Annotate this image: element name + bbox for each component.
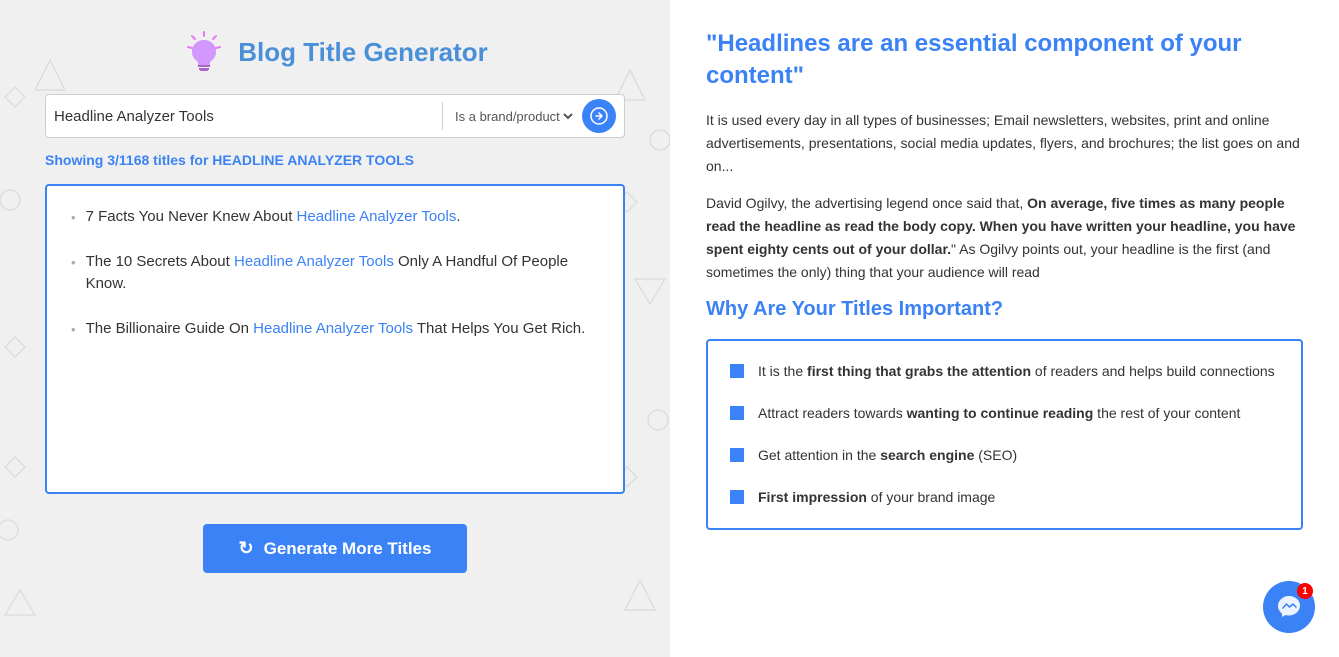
info-bullet-1 [730, 364, 744, 378]
intro-para-2: David Ogilvy, the advertising legend onc… [706, 192, 1303, 284]
intro-para-1: It is used every day in all types of bus… [706, 109, 1303, 178]
result-2-before: The 10 Secrets About [86, 253, 234, 270]
result-3-link[interactable]: Headline Analyzer Tools [253, 320, 413, 337]
showing-keyword: HEADLINE ANALYZER TOOLS [212, 152, 414, 168]
bullet-1: • [71, 208, 76, 228]
bullet-2: • [71, 253, 76, 273]
info-bullet-3 [730, 448, 744, 462]
search-divider [442, 102, 443, 130]
results-box: • 7 Facts You Never Knew About Headline … [45, 184, 625, 494]
showing-text: Showing 3/1168 titles for HEADLINE ANALY… [45, 152, 625, 168]
info-box: It is the first thing that grabs the att… [706, 339, 1303, 530]
result-3-before: The Billionaire Guide On [86, 320, 254, 337]
showing-prefix: Showing [45, 152, 107, 168]
showing-count: 3/1168 [107, 152, 149, 168]
result-1-before: 7 Facts You Never Knew About [86, 208, 297, 225]
result-1-after: . [456, 208, 460, 225]
info-item-3: Get attention in the search engine (SEO) [730, 445, 1279, 467]
generate-button[interactable]: ↻ Generate More Titles [203, 524, 468, 573]
bulb-icon [182, 30, 226, 74]
info-text-1: It is the first thing that grabs the att… [758, 361, 1275, 383]
chat-bubble[interactable]: 1 [1263, 581, 1315, 633]
info-text-4: First impression of your brand image [758, 487, 995, 509]
result-text-1: 7 Facts You Never Knew About Headline An… [86, 206, 599, 229]
refresh-icon: ↻ [239, 538, 254, 559]
showing-middle: titles for [149, 152, 212, 168]
info-item-4: First impression of your brand image [730, 487, 1279, 509]
logo-title: Blog Title Generator [238, 37, 487, 68]
result-text-2: The 10 Secrets About Headline Analyzer T… [86, 251, 599, 296]
logo-area: Blog Title Generator [182, 30, 487, 74]
generate-label: Generate More Titles [264, 539, 432, 559]
result-3-after: That Helps You Get Rich. [413, 320, 585, 337]
main-quote: "Headlines are an essential component of… [706, 28, 1303, 93]
info-bullet-2 [730, 406, 744, 420]
result-item-3: • The Billionaire Guide On Headline Anal… [71, 318, 599, 341]
para2-before: David Ogilvy, the advertising legend onc… [706, 195, 1027, 211]
search-input[interactable] [54, 108, 434, 125]
bullet-3: • [71, 320, 76, 340]
result-item-2: • The 10 Secrets About Headline Analyzer… [71, 251, 599, 296]
result-2-link[interactable]: Headline Analyzer Tools [234, 253, 394, 270]
right-panel: "Headlines are an essential component of… [670, 0, 1339, 657]
info-item-1: It is the first thing that grabs the att… [730, 361, 1279, 383]
search-bar: Is a brand/product [45, 94, 625, 138]
messenger-icon [1276, 594, 1302, 620]
info-text-3: Get attention in the search engine (SEO) [758, 445, 1017, 467]
info-bullet-4 [730, 490, 744, 504]
left-content: Blog Title Generator Is a brand/product … [30, 20, 640, 573]
search-button[interactable] [582, 99, 616, 133]
chat-badge: 1 [1297, 583, 1313, 599]
result-item-1: • 7 Facts You Never Knew About Headline … [71, 206, 599, 229]
arrow-right-icon [590, 107, 608, 125]
result-text-3: The Billionaire Guide On Headline Analyz… [86, 318, 599, 341]
category-select[interactable]: Is a brand/product [451, 108, 576, 125]
section-title: Why Are Your Titles Important? [706, 298, 1303, 321]
info-text-2: Attract readers towards wanting to conti… [758, 403, 1240, 425]
info-item-2: Attract readers towards wanting to conti… [730, 403, 1279, 425]
left-panel: Blog Title Generator Is a brand/product … [0, 0, 670, 657]
result-1-link[interactable]: Headline Analyzer Tools [297, 208, 457, 225]
